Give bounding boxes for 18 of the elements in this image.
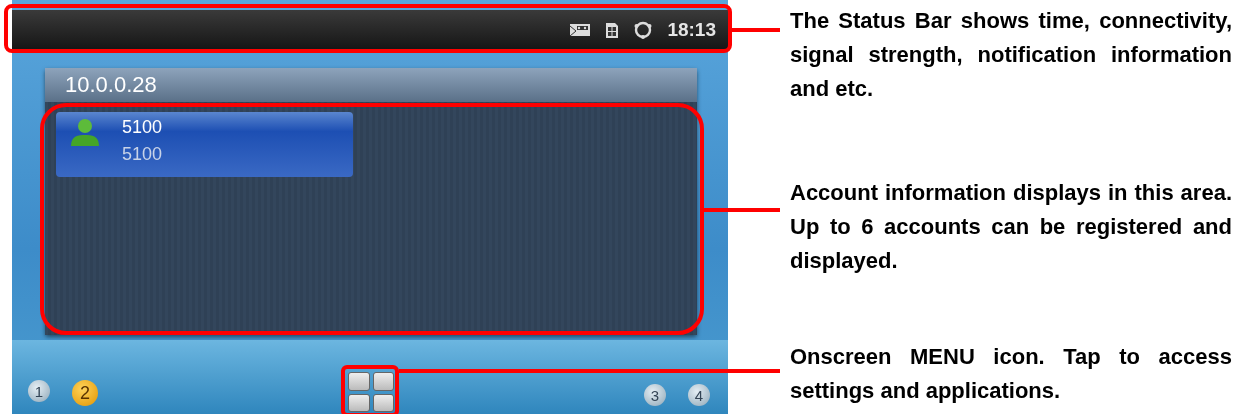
account-card[interactable]: 5100 5100 [56, 112, 353, 177]
network-icon [633, 20, 654, 40]
annotation-text: Account information displays in this area. Up to 6 accounts can be registered and displayed. [790, 179, 1232, 275]
highlight-frame [341, 365, 399, 414]
page-indicator[interactable]: 2 [72, 380, 98, 406]
voicemail-icon [569, 22, 592, 38]
page-indicator[interactable]: 1 [28, 380, 50, 402]
menu-button[interactable] [348, 370, 394, 414]
account-name: 5100 [122, 117, 163, 138]
annotation-text: The Status Bar shows time, connectivity, signal strength, notification information and etc. [790, 7, 1232, 103]
server-address: 10.0.0.28 [45, 68, 697, 102]
page-indicator[interactable]: 4 [688, 384, 710, 406]
account-number: 5100 [122, 144, 163, 165]
user-icon [68, 117, 102, 147]
clock-time: 18:13 [667, 19, 716, 41]
page-indicator[interactable]: 3 [644, 384, 666, 406]
annotation-text: Onscreen MENU icon. Tap to access settings and applications. [790, 343, 1232, 405]
sim-card-icon [605, 21, 620, 39]
